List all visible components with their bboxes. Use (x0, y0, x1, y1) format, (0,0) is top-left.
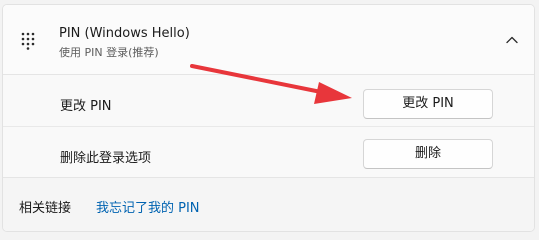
pin-section-subtitle: 使用 PIN 登录(推荐) (59, 46, 159, 59)
chevron-up-icon[interactable] (505, 35, 519, 45)
row-divider (3, 126, 534, 127)
change-pin-button[interactable]: 更改 PIN (363, 89, 493, 119)
pin-settings-card: PIN (Windows Hello) 使用 PIN 登录(推荐) 更改 PIN… (2, 4, 535, 232)
remove-sign-in-option-label: 删除此登录选项 (60, 151, 152, 166)
forgot-pin-link[interactable]: 我忘记了我的 PIN (96, 197, 200, 216)
settings-page: PIN (Windows Hello) 使用 PIN 登录(推荐) 更改 PIN… (0, 0, 539, 234)
remove-button[interactable]: 删除 (363, 139, 493, 169)
related-links-bar: 相关链接 我忘记了我的 PIN (3, 178, 534, 231)
pin-section-content: 更改 PIN 更改 PIN 删除此登录选项 删除 (3, 75, 534, 178)
pin-section-title: PIN (Windows Hello) (59, 26, 190, 41)
change-pin-label: 更改 PIN (60, 99, 112, 114)
pin-section-header[interactable]: PIN (Windows Hello) 使用 PIN 登录(推荐) (3, 5, 534, 75)
keypad-icon (21, 32, 35, 50)
related-links-label: 相关链接 (19, 201, 72, 216)
